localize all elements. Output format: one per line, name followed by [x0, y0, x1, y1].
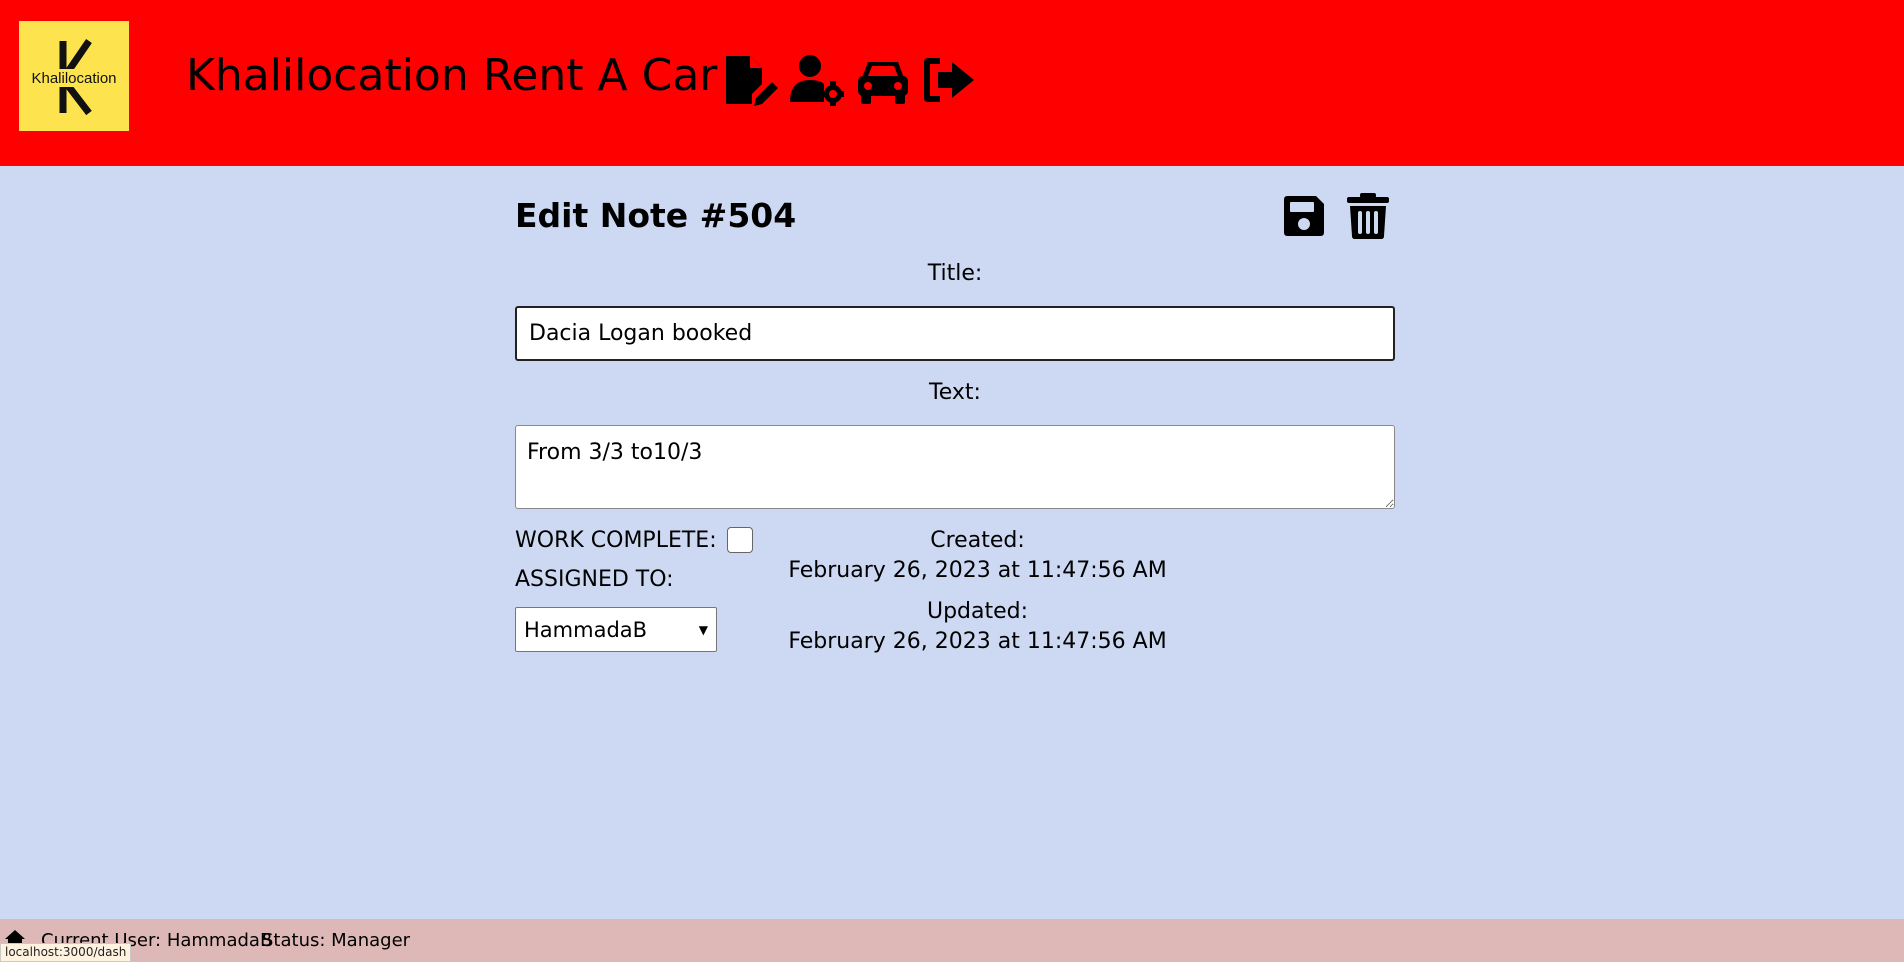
trash-can-icon: [1347, 193, 1389, 239]
work-complete-row: WORK COMPLETE:: [515, 527, 753, 553]
delete-button[interactable]: [1346, 192, 1390, 240]
form-actions: [1282, 192, 1390, 240]
logo-text: Khalilocation: [31, 70, 116, 87]
title-input[interactable]: [515, 306, 1395, 361]
assigned-to-label: ASSIGNED TO:: [515, 567, 674, 592]
work-complete-checkbox[interactable]: [726, 527, 753, 553]
company-logo[interactable]: Khalilocation: [19, 21, 129, 131]
file-pen-icon[interactable]: [724, 54, 778, 106]
created-label: Created:: [930, 528, 1025, 553]
created-value: February 26, 2023 at 11:47:56 AM: [788, 558, 1167, 583]
assigned-to-select[interactable]: HammadaB ▼: [515, 607, 717, 652]
link-preview-tooltip: localhost:3000/dash: [0, 943, 132, 962]
floppy-disk-icon: [1284, 196, 1324, 236]
save-button[interactable]: [1282, 192, 1326, 240]
app-header: Khalilocation Khalilocation Rent A Car: [0, 0, 1904, 166]
page-title: Edit Note #504: [515, 196, 797, 235]
logo-mark: Khalilocation: [29, 39, 119, 116]
brand-title: Khalilocation Rent A Car: [186, 50, 718, 101]
updated-info: Updated: February 26, 2023 at 11:47:56 A…: [775, 597, 1180, 657]
logout-icon[interactable]: [922, 54, 976, 106]
updated-value: February 26, 2023 at 11:47:56 AM: [788, 629, 1167, 654]
assigned-to-value: HammadaB: [524, 617, 648, 642]
header-nav: [724, 54, 976, 106]
user-status: Status: Manager: [262, 930, 411, 951]
car-icon[interactable]: [856, 54, 910, 106]
updated-label: Updated:: [926, 599, 1029, 624]
title-label: Title:: [927, 261, 983, 286]
chevron-down-icon: ▼: [698, 622, 708, 637]
work-complete-label: WORK COMPLETE:: [515, 527, 717, 553]
text-label: Text:: [929, 380, 981, 405]
user-gear-icon[interactable]: [790, 54, 844, 106]
text-input[interactable]: From 3/3 to10/3: [515, 425, 1395, 509]
created-info: Created: February 26, 2023 at 11:47:56 A…: [775, 526, 1180, 586]
app-footer: Current User: HammadaB Status: Manager: [0, 919, 1904, 962]
